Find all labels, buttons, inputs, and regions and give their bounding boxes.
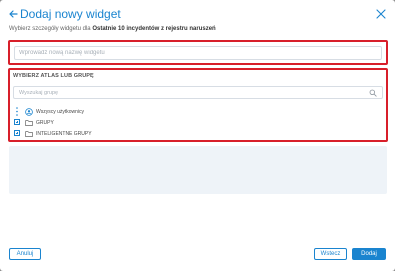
subtitle-prefix: Wybierz szczegóły widgetu dla (9, 26, 93, 32)
dialog-subtitle: Wybierz szczegóły widgetu dla Ostatnie 1… (9, 26, 216, 32)
selected-groups-area (9, 146, 387, 194)
folder-icon (25, 130, 33, 137)
expand-icon[interactable] (13, 118, 22, 127)
add-button[interactable]: Dodaj (352, 248, 386, 260)
group-search-field[interactable] (13, 86, 383, 99)
dialog-footer: Anuluj Wstecz Dodaj (0, 240, 395, 271)
tree-item-smart-groups[interactable]: INTELIGENTNE GRUPY (13, 128, 383, 139)
group-select-section: WYBIERZ ATLAS LUB GRUPĘ Wyszukaj grupę W… (8, 68, 388, 142)
dialog-title: Dodaj nowy widget (20, 7, 121, 21)
group-section-label: WYBIERZ ATLAS LUB GRUPĘ (13, 73, 94, 79)
back-arrow-icon[interactable] (8, 9, 18, 19)
add-widget-dialog: Dodaj nowy widget Wybierz szczegóły widg… (0, 0, 395, 271)
users-icon (25, 107, 33, 116)
subtitle-widget-name: Ostatnie 10 incydentów z rejestru narusz… (92, 26, 216, 32)
folder-icon (25, 119, 33, 126)
tree-item-label: Wszyscy użytkownicy (36, 108, 85, 115)
tree-item-label: INTELIGENTNE GRUPY (36, 130, 92, 137)
dots-icon (13, 107, 22, 116)
back-button[interactable]: Wstecz (314, 248, 347, 260)
tree-item-groups[interactable]: GRUPY (13, 117, 383, 128)
close-icon[interactable] (376, 9, 386, 19)
widget-name-section (8, 40, 388, 65)
search-icon[interactable] (369, 89, 377, 97)
tree-item-all-users[interactable]: Wszyscy użytkownicy (13, 106, 383, 117)
group-search-input[interactable] (14, 87, 382, 98)
expand-icon[interactable] (13, 129, 22, 138)
cancel-button[interactable]: Anuluj (9, 248, 41, 260)
widget-name-input[interactable] (14, 46, 382, 60)
dialog-header: Dodaj nowy widget (0, 0, 395, 28)
tree-item-label: GRUPY (36, 119, 54, 126)
group-tree: Wszyscy użytkownicy GRUPY INTELIGENTNE G… (13, 106, 383, 139)
